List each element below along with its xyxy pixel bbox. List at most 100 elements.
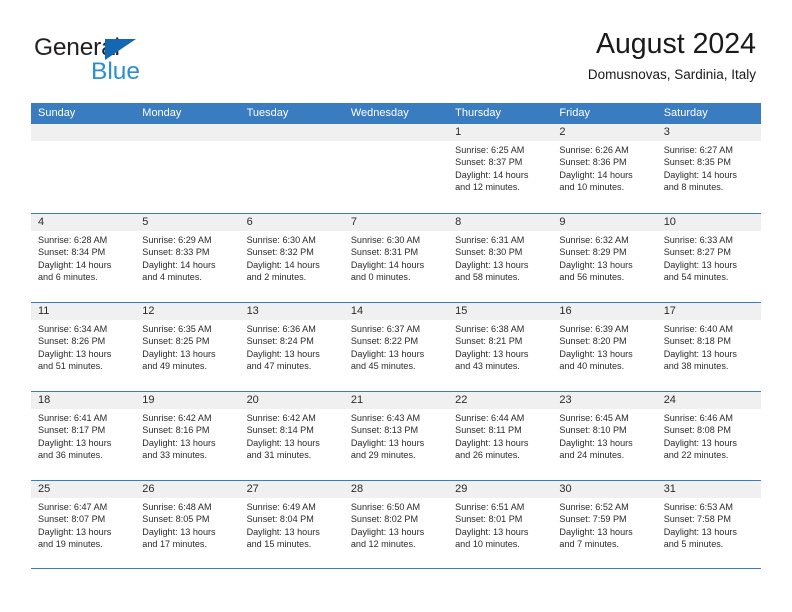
day-number-band: 1 <box>448 124 553 141</box>
day-details: Sunrise: 6:53 AM Sunset: 7:58 PM Daylight:… <box>657 498 761 551</box>
sunrise-text: Sunrise: 6:25 AM <box>455 145 525 155</box>
sunrise-text: Sunrise: 6:45 AM <box>559 413 629 423</box>
day-number: 1 <box>455 126 462 138</box>
sunset-text: Sunset: 8:21 PM <box>455 336 523 347</box>
daylight-text-line2: and 4 minutes. <box>142 272 202 283</box>
sunset-text: Sunset: 8:36 PM <box>559 157 627 168</box>
daylight-text-line2: and 19 minutes. <box>38 539 103 550</box>
calendar-day-cell[interactable]: 30 Sunrise: 6:52 AM Sunset: 7:59 PM Dayligh… <box>552 481 657 568</box>
weeks-container: 1 Sunrise: 6:25 AM Sunset: 8:37 PM Daylight… <box>31 124 761 569</box>
sunset-text: Sunset: 8:05 PM <box>142 514 210 525</box>
calendar-day-cell[interactable]: 31 Sunrise: 6:53 AM Sunset: 7:58 PM Dayligh… <box>656 481 761 568</box>
calendar-day-cell[interactable]: 4 Sunrise: 6:28 AM Sunset: 8:34 PM Daylight… <box>31 214 136 302</box>
day-number: 8 <box>455 216 462 228</box>
sunrise-text: Sunrise: 6:37 AM <box>350 324 421 334</box>
day-details: Sunrise: 6:40 AM Sunset: 8:18 PM Daylight:… <box>657 320 761 373</box>
sunrise-text: Sunrise: 6:42 AM <box>142 413 212 423</box>
sunset-text: Sunset: 8:13 PM <box>350 425 419 436</box>
day-details: Sunrise: 6:41 AM Sunset: 8:17 PM Daylight:… <box>31 409 135 462</box>
calendar-day-cell[interactable]: 18 Sunrise: 6:41 AM Sunset: 8:17 PM Dayligh… <box>31 392 136 480</box>
sunset-text: Sunset: 8:04 PM <box>246 514 314 525</box>
calendar-day-cell[interactable]: 14 Sunrise: 6:37 AM Sunset: 8:22 PM Dayligh… <box>343 303 449 391</box>
calendar-day-cell[interactable]: 1 Sunrise: 6:25 AM Sunset: 8:37 PM Daylight… <box>448 124 553 213</box>
day-details <box>344 141 448 144</box>
calendar-week-row: 18 Sunrise: 6:41 AM Sunset: 8:17 PM Dayligh… <box>31 391 761 480</box>
sunrise-text: Sunrise: 6:40 AM <box>663 324 733 334</box>
sunset-text: Sunset: 8:20 PM <box>559 336 627 347</box>
calendar-day-cell[interactable]: 22 Sunrise: 6:44 AM Sunset: 8:11 PM Dayligh… <box>448 392 553 480</box>
calendar-day-cell[interactable]: 9 Sunrise: 6:32 AM Sunset: 8:29 PM Daylight… <box>552 214 657 302</box>
calendar-day-cell[interactable]: 28 Sunrise: 6:50 AM Sunset: 8:02 PM Dayligh… <box>343 481 449 568</box>
calendar-day-cell[interactable]: 8 Sunrise: 6:31 AM Sunset: 8:30 PM Daylight… <box>448 214 553 302</box>
daylight-text-line1: Daylight: 13 hours <box>246 348 320 359</box>
calendar-day-cell[interactable]: 7 Sunrise: 6:30 AM Sunset: 8:31 PM Daylight… <box>343 214 449 302</box>
calendar-day-cell[interactable]: 21 Sunrise: 6:43 AM Sunset: 8:13 PM Dayligh… <box>343 392 449 480</box>
day-number-band: 11 <box>31 303 136 320</box>
sunrise-text: Sunrise: 6:46 AM <box>663 413 733 423</box>
sunset-text: Sunset: 8:26 PM <box>38 336 106 347</box>
calendar-day-cell[interactable]: 29 Sunrise: 6:51 AM Sunset: 8:01 PM Dayligh… <box>448 481 553 568</box>
sunrise-text: Sunrise: 6:30 AM <box>246 235 316 245</box>
sunrise-text: Sunrise: 6:48 AM <box>142 502 212 512</box>
day-number-band <box>343 124 449 141</box>
day-number: 2 <box>559 126 566 138</box>
calendar-day-cell[interactable]: 11 Sunrise: 6:34 AM Sunset: 8:26 PM Dayligh… <box>31 303 136 391</box>
page-header: General Blue August 2024 Domusnovas, Sar… <box>0 0 792 103</box>
sunrise-text: Sunrise: 6:41 AM <box>38 413 108 423</box>
day-details <box>135 141 239 144</box>
day-number-band: 16 <box>552 303 657 320</box>
calendar-week-row: 4 Sunrise: 6:28 AM Sunset: 8:34 PM Daylight… <box>31 213 761 302</box>
calendar-day-cell[interactable]: 2 Sunrise: 6:26 AM Sunset: 8:36 PM Daylight… <box>552 124 657 213</box>
daylight-text-line2: and 12 minutes. <box>455 182 520 193</box>
day-number: 29 <box>455 483 468 495</box>
calendar-day-cell[interactable]: 6 Sunrise: 6:30 AM Sunset: 8:32 PM Daylight… <box>239 214 344 302</box>
calendar-day-cell[interactable]: 20 Sunrise: 6:42 AM Sunset: 8:14 PM Dayligh… <box>239 392 344 480</box>
day-details: Sunrise: 6:33 AM Sunset: 8:27 PM Daylight:… <box>657 231 761 284</box>
day-number-band: 25 <box>31 481 136 498</box>
calendar-day-cell[interactable]: 25 Sunrise: 6:47 AM Sunset: 8:07 PM Dayligh… <box>31 481 136 568</box>
daylight-text-line1: Daylight: 14 hours <box>142 259 216 270</box>
daylight-text-line2: and 10 minutes. <box>455 539 520 550</box>
day-details: Sunrise: 6:35 AM Sunset: 8:25 PM Daylight:… <box>135 320 239 373</box>
day-number: 26 <box>142 483 155 495</box>
daylight-text-line2: and 2 minutes. <box>246 272 307 283</box>
calendar-day-cell-empty <box>343 124 449 213</box>
day-number-band: 15 <box>448 303 553 320</box>
sunrise-text: Sunrise: 6:51 AM <box>455 502 525 512</box>
day-details: Sunrise: 6:26 AM Sunset: 8:36 PM Daylight:… <box>552 141 656 194</box>
day-number: 27 <box>246 483 259 495</box>
calendar-day-cell[interactable]: 19 Sunrise: 6:42 AM Sunset: 8:16 PM Dayligh… <box>135 392 240 480</box>
daylight-text-line1: Daylight: 13 hours <box>455 437 529 448</box>
calendar-day-cell[interactable]: 15 Sunrise: 6:38 AM Sunset: 8:21 PM Dayligh… <box>448 303 553 391</box>
sunset-text: Sunset: 8:16 PM <box>142 425 210 436</box>
day-number-band: 21 <box>343 392 449 409</box>
calendar-day-cell[interactable]: 5 Sunrise: 6:29 AM Sunset: 8:33 PM Daylight… <box>135 214 240 302</box>
day-details: Sunrise: 6:38 AM Sunset: 8:21 PM Daylight:… <box>448 320 552 373</box>
calendar-day-cell[interactable]: 27 Sunrise: 6:49 AM Sunset: 8:04 PM Dayligh… <box>239 481 344 568</box>
calendar-day-cell[interactable]: 3 Sunrise: 6:27 AM Sunset: 8:35 PM Daylight… <box>656 124 761 213</box>
day-details: Sunrise: 6:42 AM Sunset: 8:16 PM Daylight:… <box>135 409 239 462</box>
sunset-text: Sunset: 8:01 PM <box>455 514 523 525</box>
day-details: Sunrise: 6:51 AM Sunset: 8:01 PM Daylight:… <box>448 498 552 551</box>
calendar-day-cell[interactable]: 26 Sunrise: 6:48 AM Sunset: 8:05 PM Dayligh… <box>135 481 240 568</box>
general-blue-logo[interactable]: General Blue <box>34 35 274 88</box>
calendar-day-cell[interactable]: 12 Sunrise: 6:35 AM Sunset: 8:25 PM Dayligh… <box>135 303 240 391</box>
day-number-band: 18 <box>31 392 136 409</box>
daylight-text-line1: Daylight: 13 hours <box>246 526 320 537</box>
day-number-band: 17 <box>656 303 761 320</box>
day-details <box>31 141 135 144</box>
logo-text-blue: Blue <box>91 58 141 85</box>
calendar-day-cell[interactable]: 23 Sunrise: 6:45 AM Sunset: 8:10 PM Dayligh… <box>552 392 657 480</box>
sunset-text: Sunset: 8:29 PM <box>559 247 627 258</box>
day-details: Sunrise: 6:31 AM Sunset: 8:30 PM Daylight:… <box>448 231 552 284</box>
calendar-day-cell[interactable]: 13 Sunrise: 6:36 AM Sunset: 8:24 PM Dayligh… <box>239 303 344 391</box>
weekday-header-saturday: Saturday <box>663 107 708 119</box>
calendar-day-cell[interactable]: 10 Sunrise: 6:33 AM Sunset: 8:27 PM Dayligh… <box>656 214 761 302</box>
sunrise-text: Sunrise: 6:49 AM <box>246 502 316 512</box>
calendar-day-cell[interactable]: 16 Sunrise: 6:39 AM Sunset: 8:20 PM Dayligh… <box>552 303 657 391</box>
sunrise-text: Sunrise: 6:44 AM <box>455 413 525 423</box>
sunrise-text: Sunrise: 6:39 AM <box>559 324 629 334</box>
calendar-day-cell[interactable]: 17 Sunrise: 6:40 AM Sunset: 8:18 PM Dayligh… <box>656 303 761 391</box>
daylight-text-line1: Daylight: 14 hours <box>246 259 320 270</box>
calendar-day-cell[interactable]: 24 Sunrise: 6:46 AM Sunset: 8:08 PM Dayligh… <box>656 392 761 480</box>
